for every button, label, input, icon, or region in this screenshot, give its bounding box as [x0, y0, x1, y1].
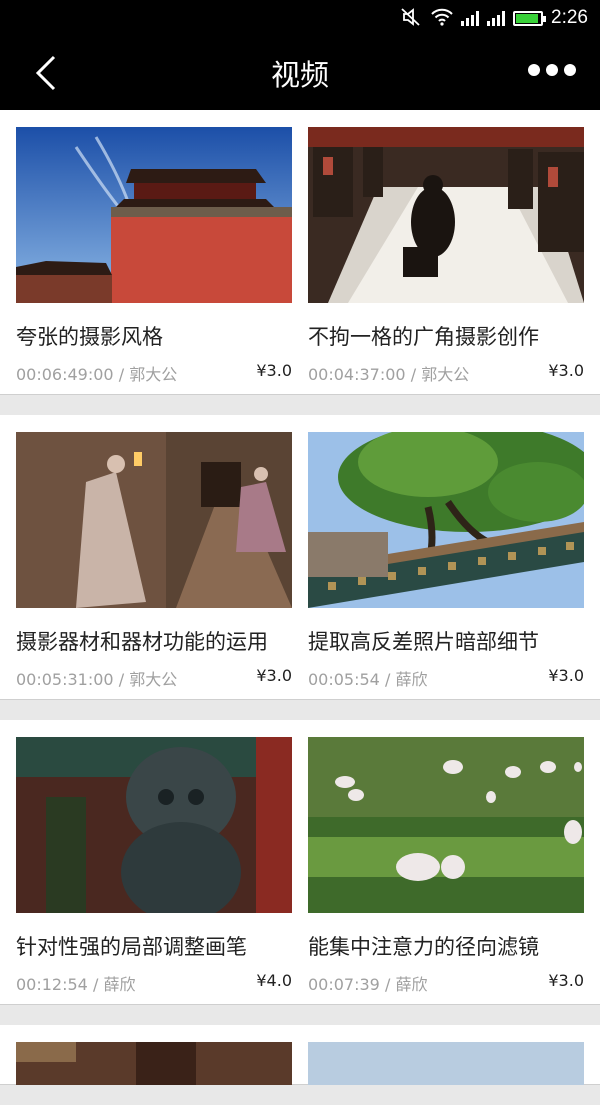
video-meta: 00:12:54 / 薛欣 ¥4.0: [16, 971, 292, 994]
video-row: [0, 1025, 600, 1085]
video-duration: 00:06:49:00: [16, 365, 114, 384]
video-price: ¥4.0: [256, 971, 292, 990]
video-thumbnail[interactable]: [308, 432, 584, 608]
battery-icon: [513, 10, 547, 26]
back-button[interactable]: [30, 54, 64, 92]
video-meta: 00:07:39 / 薛欣 ¥3.0: [308, 971, 584, 994]
video-thumbnail[interactable]: [308, 1042, 584, 1085]
video-price: ¥3.0: [256, 666, 292, 685]
signal-icon: [487, 10, 506, 26]
chevron-left-icon: [35, 55, 56, 91]
wifi-icon: [431, 8, 453, 26]
video-card[interactable]: 针对性强的局部调整画笔 00:12:54 / 薛欣 ¥4.0: [16, 737, 292, 1004]
app-header: 视频: [0, 36, 600, 110]
video-thumbnail[interactable]: [308, 737, 584, 913]
more-icon: [528, 64, 540, 76]
page-title: 视频: [270, 58, 329, 92]
status-time: 2:26: [551, 7, 588, 28]
video-duration: 00:05:54: [308, 670, 380, 689]
video-price: ¥3.0: [548, 361, 584, 380]
video-meta: 00:05:31:00 / 郭大公 ¥3.0: [16, 666, 292, 689]
video-card[interactable]: 摄影器材和器材功能的运用 00:05:31:00 / 郭大公 ¥3.0: [16, 432, 292, 699]
video-title[interactable]: 夸张的摄影风格: [16, 321, 292, 351]
status-bar: 2:26: [0, 0, 600, 36]
video-title[interactable]: 不拘一格的广角摄影创作: [308, 321, 584, 351]
video-meta: 00:05:54 / 薛欣 ¥3.0: [308, 666, 584, 689]
video-list: 夸张的摄影风格 00:06:49:00 / 郭大公 ¥3.0 不拘一格的广角摄影…: [0, 110, 600, 1105]
mute-icon: [401, 8, 423, 26]
battery-level: [516, 13, 539, 23]
video-row: 摄影器材和器材功能的运用 00:05:31:00 / 郭大公 ¥3.0 提取高反…: [0, 415, 600, 700]
video-card[interactable]: 夸张的摄影风格 00:06:49:00 / 郭大公 ¥3.0: [16, 127, 292, 394]
more-button[interactable]: [528, 64, 576, 76]
video-author: 郭大公: [129, 365, 178, 384]
video-card[interactable]: [16, 1042, 292, 1085]
video-author: 薛欣: [103, 975, 136, 994]
video-meta: 00:04:37:00 / 郭大公 ¥3.0: [308, 361, 584, 384]
video-card[interactable]: [308, 1042, 584, 1085]
video-title[interactable]: 摄影器材和器材功能的运用: [16, 626, 292, 656]
video-author: 薛欣: [395, 670, 428, 689]
signal-icon: [461, 10, 480, 26]
video-card[interactable]: 不拘一格的广角摄影创作 00:04:37:00 / 郭大公 ¥3.0: [308, 127, 584, 394]
video-card[interactable]: 能集中注意力的径向滤镜 00:07:39 / 薛欣 ¥3.0: [308, 737, 584, 1004]
video-thumbnail[interactable]: [16, 1042, 292, 1085]
video-card[interactable]: 提取高反差照片暗部细节 00:05:54 / 薛欣 ¥3.0: [308, 432, 584, 699]
video-author: 郭大公: [421, 365, 470, 384]
video-price: ¥3.0: [548, 666, 584, 685]
video-duration: 00:12:54: [16, 975, 88, 994]
video-thumbnail[interactable]: [308, 127, 584, 303]
video-author: 郭大公: [129, 670, 178, 689]
video-title[interactable]: 提取高反差照片暗部细节: [308, 626, 584, 656]
video-duration: 00:07:39: [308, 975, 380, 994]
video-thumbnail[interactable]: [16, 737, 292, 913]
video-author: 薛欣: [395, 975, 428, 994]
video-title[interactable]: 针对性强的局部调整画笔: [16, 931, 292, 961]
video-duration: 00:04:37:00: [308, 365, 406, 384]
video-meta: 00:06:49:00 / 郭大公 ¥3.0: [16, 361, 292, 384]
video-thumbnail[interactable]: [16, 432, 292, 608]
video-row: 针对性强的局部调整画笔 00:12:54 / 薛欣 ¥4.0 能集中注意力的径向…: [0, 720, 600, 1005]
video-row: 夸张的摄影风格 00:06:49:00 / 郭大公 ¥3.0 不拘一格的广角摄影…: [0, 110, 600, 395]
video-duration: 00:05:31:00: [16, 670, 114, 689]
video-thumbnail[interactable]: [16, 127, 292, 303]
video-price: ¥3.0: [548, 971, 584, 990]
video-title[interactable]: 能集中注意力的径向滤镜: [308, 931, 584, 961]
video-price: ¥3.0: [256, 361, 292, 380]
